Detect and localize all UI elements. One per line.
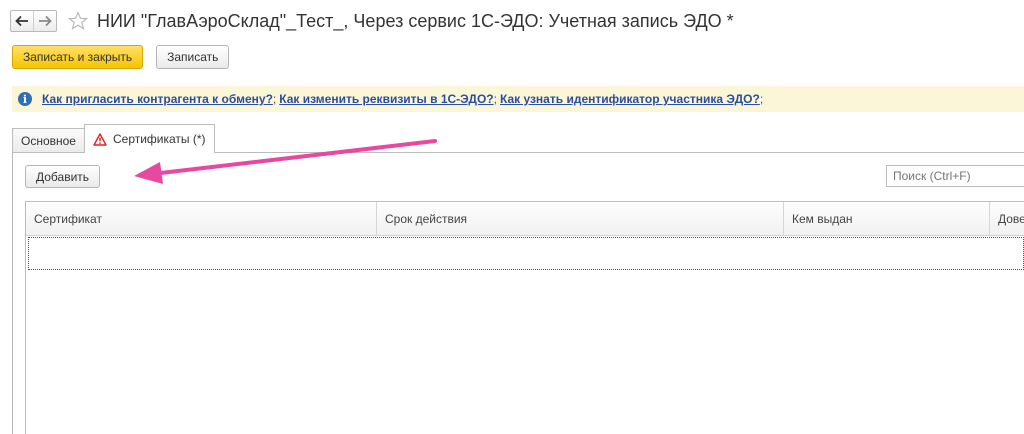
back-arrow-icon: [15, 15, 28, 27]
table-row[interactable]: [28, 237, 1024, 270]
certificates-table: Сертификат Срок действия Кем выдан Дове: [25, 201, 1024, 434]
add-button[interactable]: Добавить: [25, 165, 101, 188]
info-icon: i: [18, 92, 32, 106]
column-header-validity[interactable]: Срок действия: [377, 202, 784, 235]
save-and-close-button[interactable]: Записать и закрыть: [12, 45, 144, 69]
column-header-trust[interactable]: Дове: [990, 202, 1024, 235]
help-links: Как пригласить контрагента к обмену?; Ка…: [42, 92, 766, 106]
star-icon: [68, 11, 88, 30]
table-header: Сертификат Срок действия Кем выдан Дове: [26, 202, 1024, 236]
search-input[interactable]: [886, 165, 1024, 187]
link-invite-counterparty[interactable]: Как пригласить контрагента к обмену?: [42, 92, 273, 106]
tab-main[interactable]: Основное: [12, 128, 85, 153]
link-change-details[interactable]: Как изменить реквизиты в 1С-ЭДО?: [279, 92, 493, 106]
save-button[interactable]: Записать: [156, 45, 230, 69]
link-separator: ;: [759, 92, 764, 106]
link-separator: ;: [272, 92, 277, 106]
link-find-participant-id[interactable]: Как узнать идентификатор участника ЭДО?: [500, 92, 760, 106]
certificates-panel: Добавить Сертификат Срок действия Кем вы…: [12, 152, 1024, 434]
command-bar: Записать и закрыть Записать: [12, 45, 230, 69]
favorite-button[interactable]: [67, 10, 89, 32]
tab-certificates[interactable]: Сертификаты (*): [83, 124, 215, 153]
forward-button[interactable]: [33, 11, 56, 31]
column-header-certificate[interactable]: Сертификат: [26, 202, 377, 235]
tab-main-label: Основное: [21, 134, 76, 148]
link-separator: ;: [493, 92, 497, 106]
warning-icon: [93, 132, 107, 146]
back-button[interactable]: [11, 11, 33, 31]
forward-arrow-icon: [39, 15, 52, 27]
navigation-group: [10, 10, 57, 32]
tab-strip: Основное Сертификаты (*): [12, 124, 215, 153]
title-bar: НИИ "ГлавАэроСклад"_Тест_, Через сервис …: [10, 8, 1024, 34]
window-title: НИИ "ГлавАэроСклад"_Тест_, Через сервис …: [97, 10, 734, 31]
tab-certificates-label: Сертификаты (*): [112, 132, 206, 146]
column-header-issued-by[interactable]: Кем выдан: [784, 202, 990, 235]
info-bar: i Как пригласить контрагента к обмену?; …: [12, 86, 1024, 112]
